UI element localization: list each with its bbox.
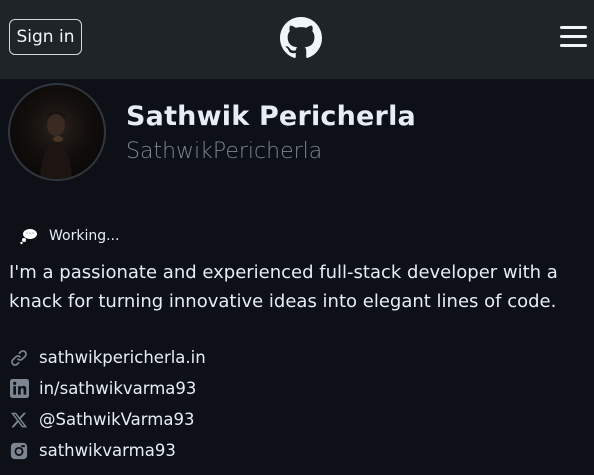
link-text[interactable]: sathwikpericherla.in (39, 348, 206, 367)
sign-in-button[interactable]: Sign in (9, 19, 82, 55)
avatar[interactable] (8, 83, 106, 181)
profile-name: Sathwik Pericherla (126, 101, 416, 132)
status-text: Working... (49, 228, 120, 244)
thought-balloon-icon (20, 229, 37, 245)
profile-username: SathwikPericherla (126, 139, 323, 164)
link-text[interactable]: in/sathwikvarma93 (39, 379, 196, 398)
link-icon (9, 348, 29, 368)
github-mark-icon[interactable] (280, 17, 322, 59)
link-text[interactable]: sathwikvarma93 (39, 441, 176, 460)
link-instagram[interactable]: sathwikvarma93 (9, 435, 206, 466)
user-status[interactable]: Working... (19, 227, 119, 245)
link-x-twitter[interactable]: @SathwikVarma93 (9, 404, 206, 435)
instagram-icon (9, 441, 29, 461)
hamburger-menu-icon[interactable] (560, 26, 587, 48)
link-linkedin[interactable]: in/sathwikvarma93 (9, 373, 206, 404)
avatar-photo (40, 111, 72, 179)
x-twitter-icon (9, 410, 29, 430)
profile-links: sathwikpericherla.in in/sathwikvarma93 @… (9, 342, 206, 466)
profile-bio: I'm a passionate and experienced full-st… (9, 262, 558, 312)
linkedin-icon (9, 379, 29, 399)
link-website[interactable]: sathwikpericherla.in (9, 342, 206, 373)
link-text[interactable]: @SathwikVarma93 (39, 410, 194, 429)
top-header: Sign in (0, 0, 594, 79)
